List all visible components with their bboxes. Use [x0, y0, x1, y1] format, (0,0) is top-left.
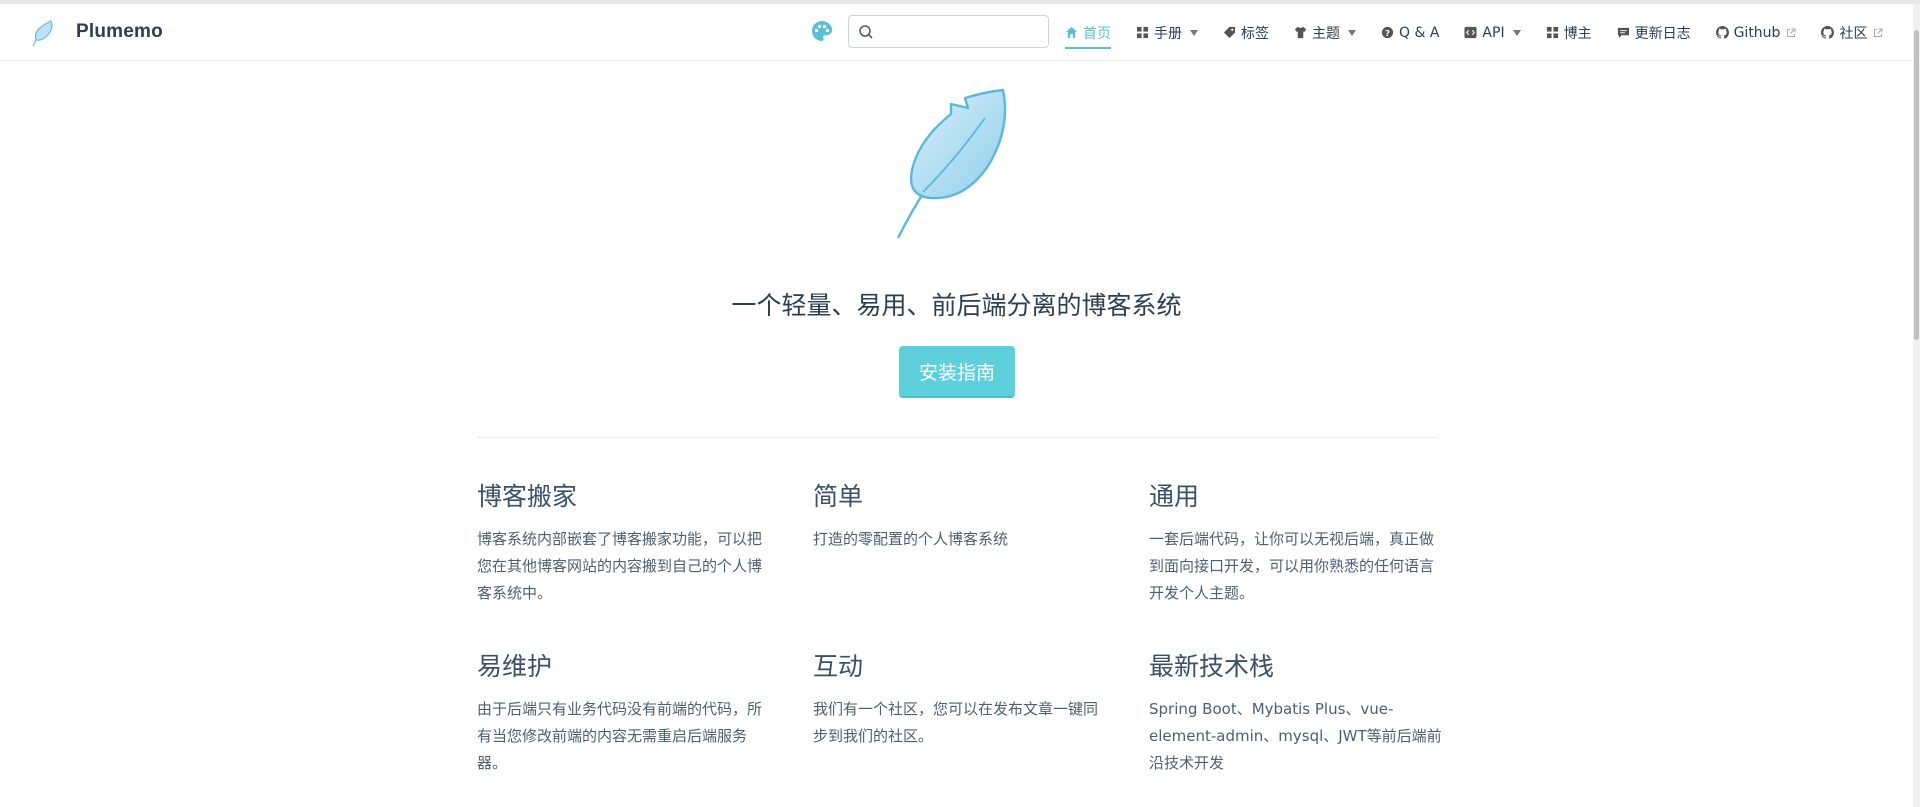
nav-item-label: 更新日志 [1634, 25, 1691, 42]
chevron-down-icon [1348, 29, 1356, 36]
search-input[interactable] [879, 20, 1044, 44]
grid-icon [1546, 26, 1558, 39]
nav-item-label: Q & A [1399, 24, 1440, 41]
feature-card: 博客搬家 博客系统内部嵌套了博客搬家功能，可以把您在其他博客网站的内容搬到自己的… [477, 482, 772, 607]
code-icon [1464, 26, 1477, 39]
feature-card: 易维护 由于后端只有业务代码没有前端的代码，所有当您修改前端的内容无需重启后端服… [477, 652, 772, 777]
feature-card: 最新技术栈 Spring Boot、Mybatis Plus、vue-eleme… [1149, 652, 1444, 777]
message-icon [1617, 27, 1629, 39]
chevron-down-icon [1190, 29, 1198, 36]
home-icon [1065, 26, 1078, 39]
feature-title: 最新技术栈 [1149, 652, 1275, 681]
nav-item-label: 首页 [1083, 25, 1111, 42]
github-icon [1715, 26, 1729, 39]
nav-item-label: Github [1733, 24, 1781, 41]
hero-tagline: 一个轻量、易用、前后端分离的博客系统 [731, 291, 1182, 320]
feature-description: Spring Boot、Mybatis Plus、vue-element-adm… [1149, 700, 1442, 772]
nav-item-label: 手册 [1154, 25, 1182, 42]
nav-item-label: 主题 [1312, 25, 1340, 42]
scrollbar-thumb[interactable] [1914, 30, 1919, 340]
nav-item-blogger[interactable]: 博主 [1546, 4, 1592, 61]
feature-title: 互动 [813, 652, 864, 681]
nav-item-tags[interactable]: 标签 [1223, 4, 1269, 61]
feature-card: 通用 一套后端代码，让你可以无视后端，真正做到面向接口开发，可以用你熟悉的任何语… [1149, 482, 1444, 607]
feather-logo-icon[interactable] [27, 18, 55, 48]
feature-description: 一套后端代码，让你可以无视后端，真正做到面向接口开发，可以用你熟悉的任何语言开发… [1149, 530, 1435, 602]
nav-item-github[interactable]: Github [1715, 4, 1797, 61]
chevron-down-icon [1512, 29, 1521, 36]
install-guide-button[interactable]: 安装指南 [899, 346, 1015, 398]
feature-title: 简单 [813, 482, 864, 511]
grid-icon [1136, 26, 1149, 39]
external-link-icon [1787, 28, 1796, 37]
feature-title: 博客搬家 [477, 482, 578, 511]
feature-description: 打造的零配置的个人博客系统 [813, 530, 1009, 548]
feature-description: 我们有一个社区，您可以在发布文章一键同步到我们的社区。 [813, 700, 1099, 745]
search-box[interactable] [848, 15, 1049, 48]
nav-item-changelog[interactable]: 更新日志 [1617, 4, 1691, 61]
nav-item-api[interactable]: API [1464, 4, 1521, 61]
feature-card: 互动 我们有一个社区，您可以在发布文章一键同步到我们的社区。 [813, 652, 1108, 750]
palette-icon[interactable] [810, 19, 834, 43]
search-icon [859, 25, 873, 39]
feather-hero-icon [896, 88, 1007, 239]
section-divider [477, 437, 1437, 438]
nav-links: 首页 手册 标签 主题 ? Q & A API 博主 更新日志 Github 社… [1065, 4, 1883, 61]
nav-item-qa[interactable]: ? Q & A [1381, 4, 1439, 61]
nav-item-manual[interactable]: 手册 [1136, 4, 1198, 61]
tag-icon [1223, 26, 1236, 39]
nav-item-themes[interactable]: 主题 [1294, 4, 1356, 61]
nav-item-label: 博主 [1563, 25, 1592, 42]
nav-item-home[interactable]: 首页 [1065, 4, 1111, 61]
shirt-icon [1294, 26, 1307, 39]
question-icon: ? [1381, 26, 1394, 39]
navbar: Plumemo 首页 手册 标签 主题 ? Q & A API 博主 更新日志 … [0, 4, 1913, 61]
feature-title: 易维护 [477, 652, 553, 681]
feature-title: 通用 [1149, 482, 1200, 511]
github-icon [1821, 26, 1835, 39]
nav-item-community[interactable]: 社区 [1821, 4, 1883, 61]
nav-item-label: 标签 [1241, 25, 1269, 42]
external-link-icon [1874, 28, 1883, 37]
feature-description: 由于后端只有业务代码没有前端的代码，所有当您修改前端的内容无需重启后端服务器。 [477, 700, 763, 772]
site-name[interactable]: Plumemo [76, 21, 163, 43]
feature-card: 简单 打造的零配置的个人博客系统 [813, 482, 1108, 553]
nav-item-label: API [1482, 24, 1505, 41]
nav-item-label: 社区 [1839, 25, 1868, 42]
svg-text:?: ? [1385, 28, 1390, 38]
feature-description: 博客系统内部嵌套了博客搬家功能，可以把您在其他博客网站的内容搬到自己的个人博客系… [477, 530, 763, 602]
